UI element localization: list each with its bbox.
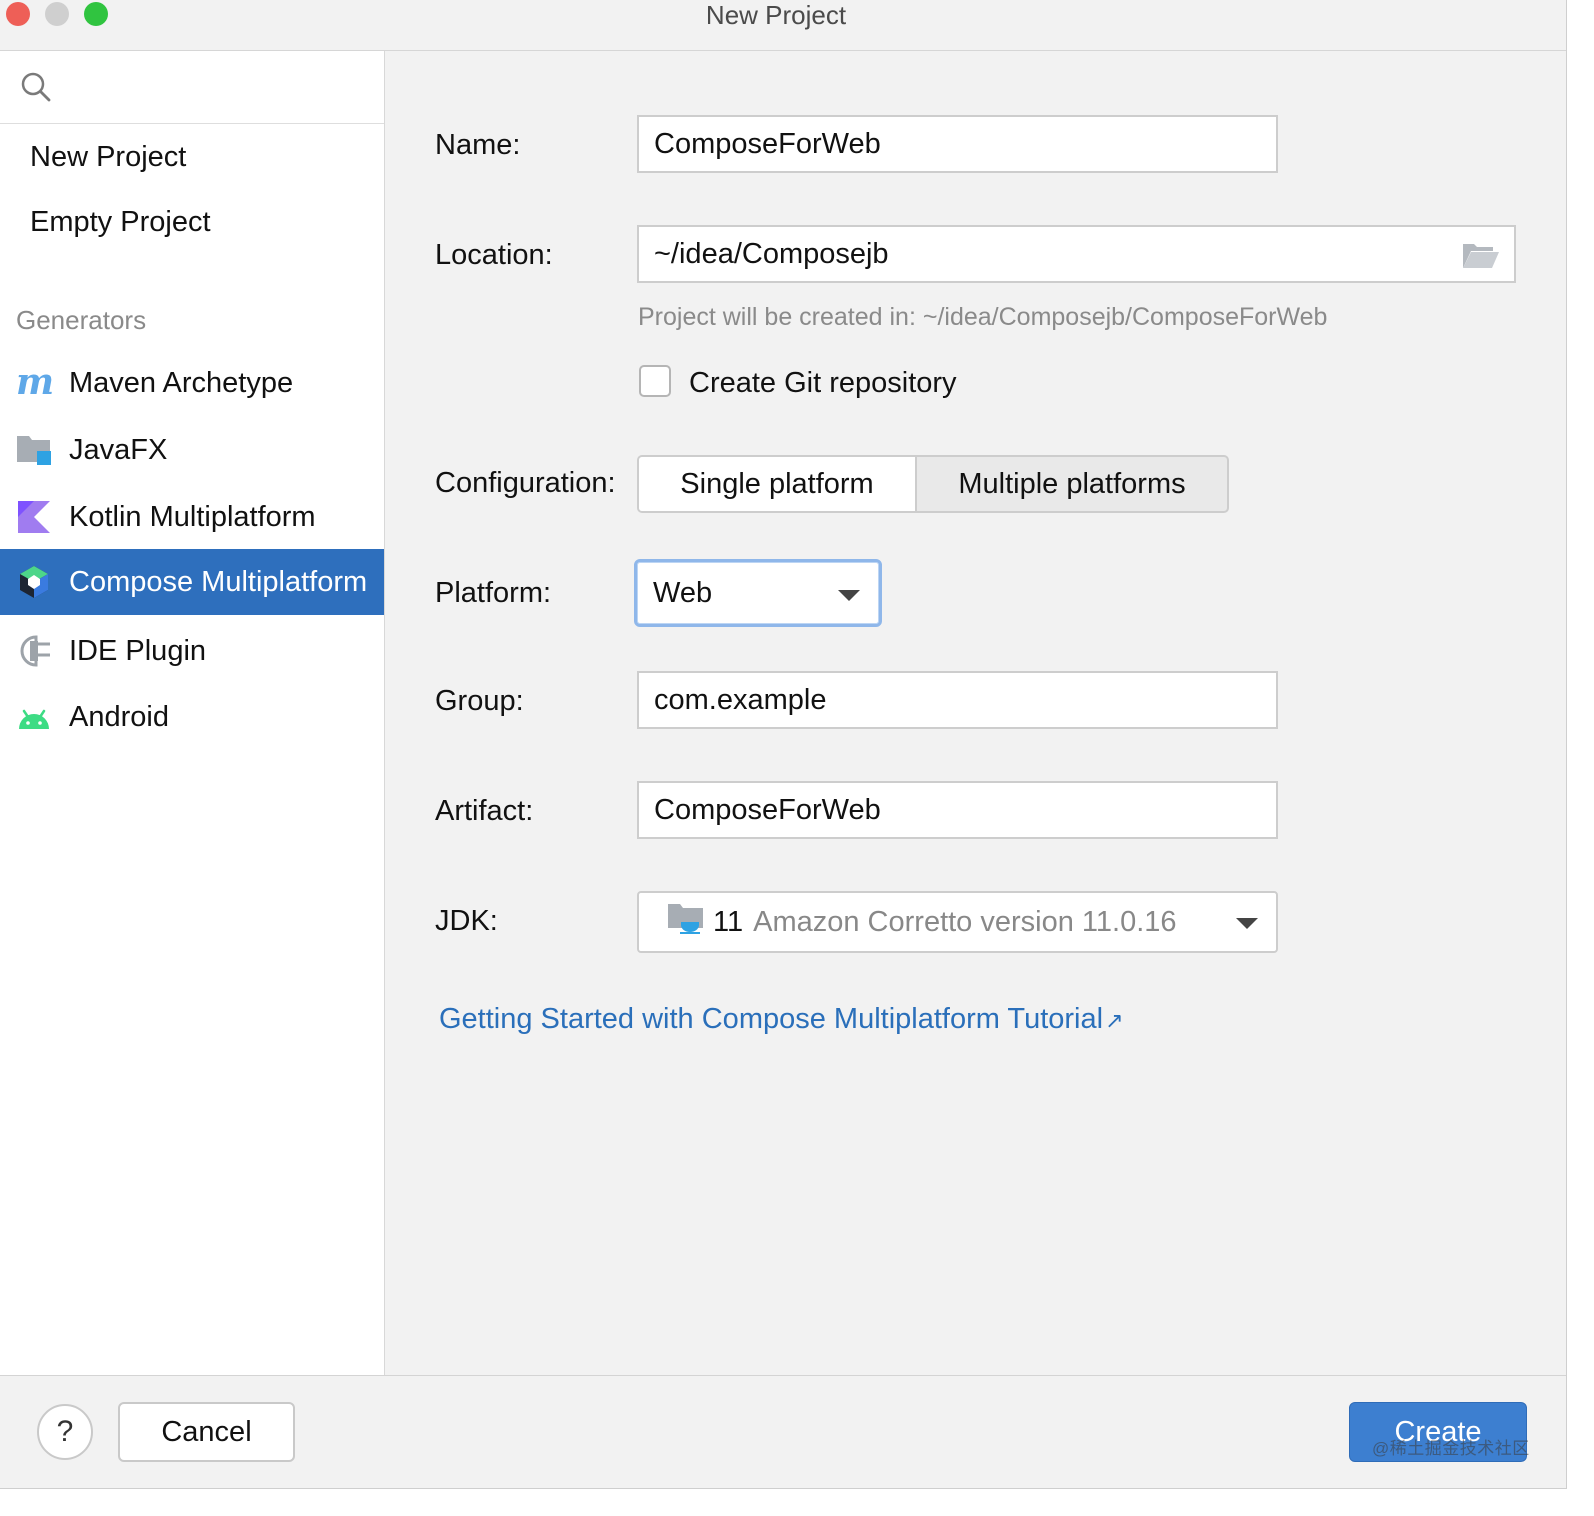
sidebar-item-android[interactable]: Android [0, 684, 384, 750]
jdk-label: JDK: [435, 905, 498, 937]
cancel-button[interactable]: Cancel [118, 1402, 295, 1462]
location-label: Location: [435, 239, 553, 271]
jdk-select[interactable]: 11 Amazon Corretto version 11.0.16 [637, 891, 1278, 953]
sidebar-item-javafx[interactable]: JavaFX [0, 417, 384, 483]
sidebar-item-label: Empty Project [30, 205, 211, 238]
tutorial-link-text: Getting Started with Compose Multiplatfo… [439, 1003, 1104, 1035]
configuration-toggle: Single platform Multiple platforms [637, 455, 1229, 513]
artifact-field[interactable]: ComposeForWeb [637, 781, 1278, 839]
sidebar-item-label: IDE Plugin [69, 634, 207, 667]
sidebar-item-label: Compose Multiplatform [69, 565, 368, 598]
new-project-dialog: New Project New Project Empty Project Ge… [0, 0, 1567, 1489]
search-icon [20, 71, 52, 108]
jdk-name: Amazon Corretto version 11.0.16 [753, 905, 1177, 938]
sidebar-item-ide-plugin[interactable]: IDE Plugin [0, 618, 384, 684]
name-label: Name: [435, 129, 521, 161]
chevron-down-icon [838, 590, 860, 601]
sidebar-search[interactable] [0, 51, 384, 124]
window-title: New Project [705, 0, 847, 30]
platform-select[interactable]: Web [634, 559, 882, 627]
generators-header: Generators [16, 305, 147, 335]
maven-icon: m [16, 361, 54, 403]
project-type-sidebar: New Project Empty Project Generators m M… [0, 51, 385, 1375]
compose-icon [16, 564, 52, 600]
sidebar-item-label: Kotlin Multiplatform [69, 500, 316, 533]
create-git-checkbox[interactable] [639, 365, 671, 397]
group-field[interactable]: com.example [637, 671, 1278, 729]
sidebar-item-label: Android [69, 700, 169, 733]
project-path-hint: Project will be created in: ~/idea/Compo… [638, 303, 1328, 331]
configuration-label: Configuration: [435, 467, 616, 499]
project-settings-form: Name: ComposeForWeb Location: ~/idea/Com… [385, 51, 1566, 1375]
javafx-icon [16, 432, 52, 468]
help-button[interactable]: ? [37, 1404, 93, 1460]
sidebar-item-compose-multiplatform[interactable]: Compose Multiplatform [0, 549, 384, 615]
title-bar: New Project [0, 0, 1566, 51]
dialog-footer: ? Cancel Create @稀土掘金技术社区 [0, 1375, 1566, 1488]
external-link-icon: ↗ [1105, 1008, 1124, 1033]
create-git-label[interactable]: Create Git repository [689, 367, 957, 400]
group-field-value: com.example [654, 683, 827, 716]
chevron-down-icon [1236, 918, 1258, 929]
tutorial-link[interactable]: Getting Started with Compose Multiplatfo… [439, 1003, 1124, 1036]
location-field-value: ~/idea/Composejb [654, 237, 889, 270]
multiple-platforms-option[interactable]: Multiple platforms [917, 457, 1227, 511]
sidebar-item-kotlin-multiplatform[interactable]: Kotlin Multiplatform [0, 484, 384, 550]
jdk-version: 11 [713, 905, 744, 938]
artifact-label: Artifact: [435, 795, 534, 827]
location-field[interactable]: ~/idea/Composejb [637, 225, 1516, 283]
platform-label: Platform: [435, 577, 552, 609]
watermark: @稀土掘金技术社区 [1372, 1439, 1530, 1458]
folder-browse-icon[interactable] [1462, 241, 1500, 277]
svg-text:m: m [16, 365, 52, 401]
sidebar-item-empty-project[interactable]: Empty Project [0, 189, 384, 255]
name-field-value: ComposeForWeb [654, 127, 881, 160]
artifact-field-value: ComposeForWeb [654, 793, 881, 826]
sidebar-item-label: JavaFX [69, 433, 168, 466]
kotlin-icon [16, 499, 52, 535]
sidebar-item-new-project[interactable]: New Project [0, 124, 384, 190]
android-icon [16, 699, 52, 735]
single-platform-option[interactable]: Single platform [639, 457, 917, 511]
name-field[interactable]: ComposeForWeb [637, 115, 1278, 173]
sidebar-item-label: Maven Archetype [69, 366, 294, 399]
sidebar-item-label: New Project [30, 140, 187, 173]
sidebar-item-maven-archetype[interactable]: m Maven Archetype [0, 350, 384, 416]
jdk-folder-icon [667, 901, 705, 943]
plugin-icon [16, 633, 52, 669]
platform-select-value: Web [653, 576, 713, 609]
group-label: Group: [435, 685, 524, 717]
